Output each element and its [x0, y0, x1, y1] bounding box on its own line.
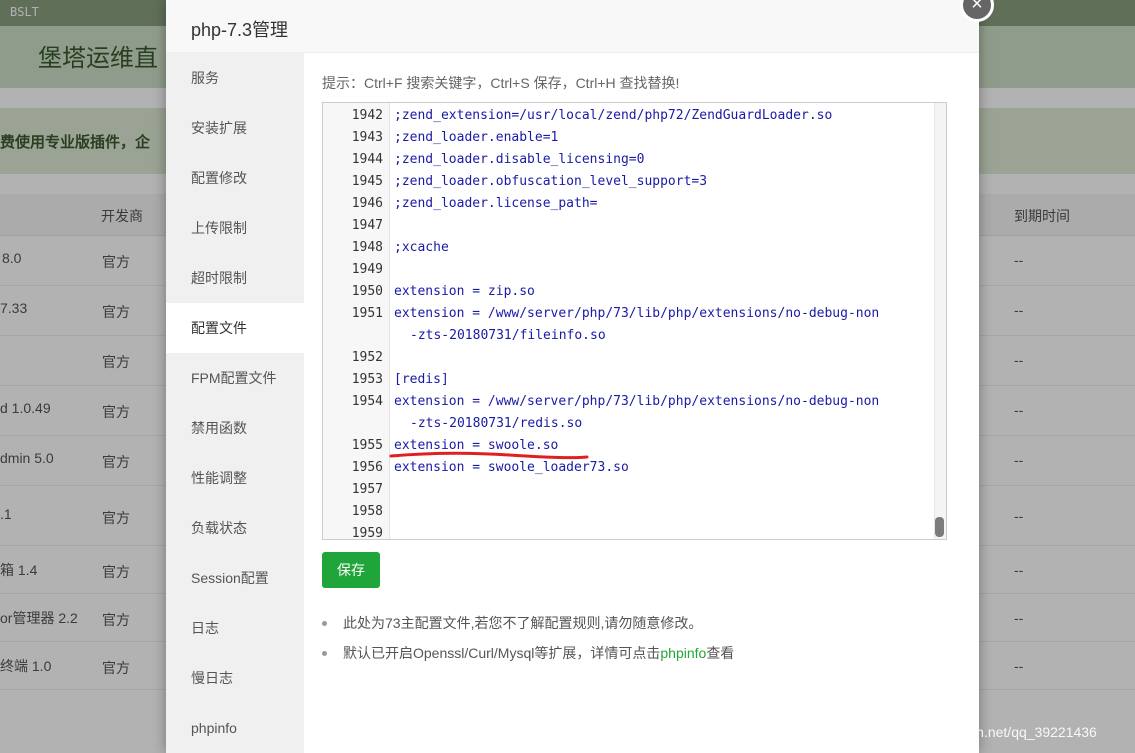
nav-item-log[interactable]: 日志 — [166, 603, 304, 653]
code-line[interactable]: 1945 ;zend_loader.obfuscation_level_suppo… — [323, 171, 935, 193]
line-text: ;zend_loader.enable=1 — [394, 130, 559, 145]
php-manager-modal: php-7.3管理 服务 安装扩展 配置修改 上传限制 超时限制 配置文件 FP… — [166, 0, 979, 753]
code-line[interactable]: -zts-20180731/redis.so — [323, 413, 935, 435]
nav-item-phpinfo[interactable]: phpinfo — [166, 703, 304, 753]
nav-item-performance[interactable]: 性能调整 — [166, 453, 304, 503]
tip-text-suffix: 查看 — [706, 645, 735, 661]
nav-item-install-extension[interactable]: 安装扩展 — [166, 103, 304, 153]
nav-item-slow-log[interactable]: 慢日志 — [166, 653, 304, 703]
nav-item-config-modify[interactable]: 配置修改 — [166, 153, 304, 203]
code-line[interactable]: 1959 — [323, 523, 935, 540]
tip-text: 默认已开启Openssl/Curl/Mysql等扩展，详情可点击 — [343, 645, 661, 661]
line-text — [383, 215, 394, 237]
line-text — [383, 347, 394, 369]
line-number: 1943 — [351, 130, 383, 145]
code-line[interactable]: 1947 — [323, 215, 935, 237]
nav-item-service[interactable]: 服务 — [166, 53, 304, 103]
nav-item-load-status[interactable]: 负载状态 — [166, 503, 304, 553]
tip-text: 此处为73主配置文件,若您不了解配置规则,请勿随意修改。 — [343, 615, 703, 631]
line-text: extension = zip.so — [394, 284, 535, 299]
nav-item-timeout-limit[interactable]: 超时限制 — [166, 253, 304, 303]
line-text: extension = /www/server/php/73/lib/php/e… — [394, 306, 880, 321]
line-text: extension = /www/server/php/73/lib/php/e… — [394, 394, 880, 409]
code-line[interactable]: 1948 ;xcache — [323, 237, 935, 259]
code-lines[interactable]: 1942 ;zend_extension=/usr/local/zend/php7… — [323, 105, 935, 540]
nav-item-config-file[interactable]: 配置文件 — [166, 303, 304, 353]
line-text — [383, 259, 394, 281]
line-number: 1947 — [351, 218, 383, 233]
phpinfo-link[interactable]: phpinfo — [660, 645, 706, 661]
line-number: 1952 — [351, 350, 383, 365]
code-line[interactable]: 1958 — [323, 501, 935, 523]
editor-scrollbar[interactable] — [934, 103, 946, 539]
nav-item-fpm-config[interactable]: FPM配置文件 — [166, 353, 304, 403]
code-line[interactable]: 1949 — [323, 259, 935, 281]
code-line[interactable]: 1954 extension = /www/server/php/73/lib/p… — [323, 391, 935, 413]
line-text: -zts-20180731/redis.so — [410, 416, 583, 431]
code-line[interactable]: -zts-20180731/fileinfo.so — [323, 325, 935, 347]
shortcut-hint: 提示：Ctrl+F 搜索关键字，Ctrl+S 保存，Ctrl+H 查找替换! — [322, 75, 680, 91]
code-line[interactable]: 1944 ;zend_loader.disable_licensing=0 — [323, 149, 935, 171]
code-line[interactable]: 1946 ;zend_loader.license_path= — [323, 193, 935, 215]
line-number — [323, 325, 383, 347]
scrollbar-thumb[interactable] — [935, 517, 944, 537]
modal-title: php-7.3管理 — [166, 0, 979, 53]
line-number: 1948 — [351, 240, 383, 255]
line-number: 1957 — [351, 482, 383, 497]
line-text: ;zend_extension=/usr/local/zend/php72/Ze… — [394, 108, 833, 123]
code-line[interactable]: 1953 [redis] — [323, 369, 935, 391]
line-number: 1946 — [351, 196, 383, 211]
side-nav: 服务 安装扩展 配置修改 上传限制 超时限制 配置文件 FPM配置文件 禁用函数… — [166, 53, 304, 753]
code-line[interactable]: 1950 extension = zip.so — [323, 281, 935, 303]
line-number: 1944 — [351, 152, 383, 167]
code-line[interactable]: 1943 ;zend_loader.enable=1 — [323, 127, 935, 149]
line-number: 1942 — [351, 108, 383, 123]
red-underline-annotation — [389, 451, 589, 460]
line-text: -zts-20180731/fileinfo.so — [410, 328, 606, 343]
line-text: ;zend_loader.obfuscation_level_support=3 — [394, 174, 708, 189]
tip-item: 默认已开启Openssl/Curl/Mysql等扩展，详情可点击phpinfo查… — [322, 643, 734, 673]
line-number: 1945 — [351, 174, 383, 189]
code-line[interactable]: 1951 extension = /www/server/php/73/lib/p… — [323, 303, 935, 325]
line-number: 1955 — [351, 438, 383, 453]
line-text — [383, 479, 394, 501]
nav-item-disabled-functions[interactable]: 禁用函数 — [166, 403, 304, 453]
line-number: 1953 — [351, 372, 383, 387]
code-line[interactable]: 1957 — [323, 479, 935, 501]
nav-item-upload-limit[interactable]: 上传限制 — [166, 203, 304, 253]
code-line[interactable]: 1942 ;zend_extension=/usr/local/zend/php7… — [323, 105, 935, 127]
line-number: 1949 — [351, 262, 383, 277]
line-text: ;zend_loader.license_path= — [394, 196, 598, 211]
line-text — [383, 523, 394, 539]
tips-list: 此处为73主配置文件,若您不了解配置规则,请勿随意修改。 默认已开启Openss… — [322, 613, 734, 673]
line-text: [redis] — [394, 372, 449, 387]
line-text: ;zend_loader.disable_licensing=0 — [394, 152, 645, 167]
tip-item: 此处为73主配置文件,若您不了解配置规则,请勿随意修改。 — [322, 613, 734, 643]
watermark: https://blog.csdn.net/qq_39221436 — [882, 724, 1097, 740]
nav-item-session-config[interactable]: Session配置 — [166, 553, 304, 603]
line-number: 1956 — [351, 460, 383, 475]
line-text — [383, 501, 394, 523]
line-number: 1951 — [351, 306, 383, 321]
save-button[interactable]: 保存 — [322, 552, 380, 588]
line-text: ;xcache — [394, 240, 449, 255]
line-number: 1958 — [351, 504, 383, 519]
code-editor[interactable]: 1942 ;zend_extension=/usr/local/zend/php7… — [322, 102, 947, 540]
line-number: 1954 — [351, 394, 383, 409]
line-number — [323, 413, 383, 435]
line-number: 1950 — [351, 284, 383, 299]
line-number: 1959 — [351, 526, 383, 540]
code-line[interactable]: 1952 — [323, 347, 935, 369]
